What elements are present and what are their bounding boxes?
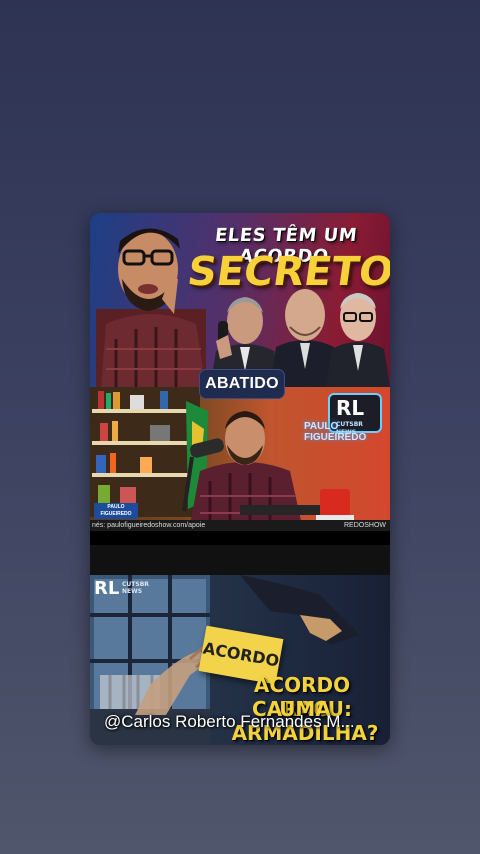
- ticker-bar: nés: paulofigueiredoshow.com/apoie REDOS…: [90, 520, 390, 531]
- ticker-text: nés: paulofigueiredoshow.com/apoie: [92, 522, 206, 529]
- video-card[interactable]: ELES TÊM UM ACORDO SECRETO! RL CUTSBR NE…: [90, 213, 390, 745]
- lower-logo-line-2: FIGUEIREDO: [100, 511, 132, 517]
- thumbnail-panel-3: RL CUTSBR NEWS ACORDO ACORDO CARACU: UMA…: [90, 575, 390, 745]
- abatido-badge[interactable]: ABATIDO: [199, 369, 285, 399]
- panel-divider: [90, 531, 390, 545]
- thumbnail-panel-2: RL CUTSBR NEWS PAULO FIGUEIREDO PAULO FI…: [90, 387, 390, 545]
- logo-letters-2: RL: [94, 578, 120, 599]
- person-glasses: [326, 293, 390, 387]
- ticker-right: REDOSHOW: [344, 522, 386, 529]
- thumbnail-panel-1: ELES TÊM UM ACORDO SECRETO!: [90, 213, 390, 387]
- lower-channel-logo: PAULO FIGUEIREDO: [94, 503, 138, 519]
- author-handle[interactable]: @Carlos Roberto Fernandes M...: [104, 712, 390, 732]
- host-at-desk: [182, 411, 354, 525]
- lower-logo-line-1: PAULO: [107, 504, 125, 510]
